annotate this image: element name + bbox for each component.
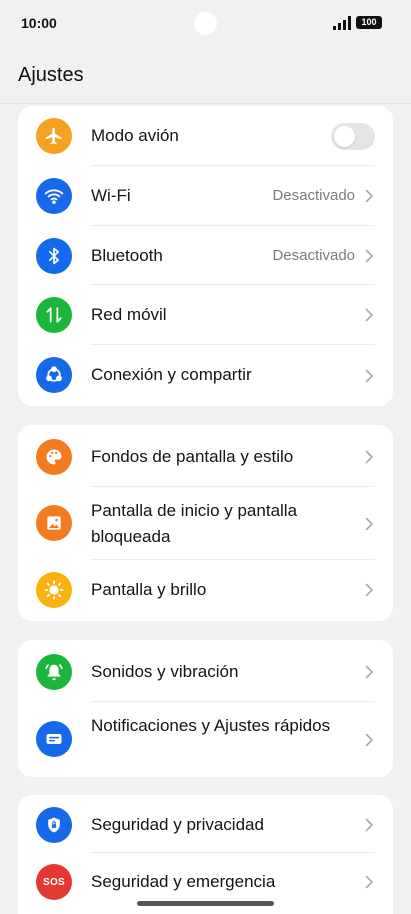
settings-row-label: Pantalla de inicio y pantalla bloqueada [91, 501, 298, 546]
home-lock-screen-icon [36, 505, 72, 541]
settings-row-label: Conexión y compartir [91, 365, 252, 384]
chevron-right-icon [365, 665, 374, 679]
chevron-right-icon [365, 733, 374, 747]
sound-notifications-card: Sonidos y vibración Notificaciones y Aju… [18, 640, 393, 777]
settings-row-sounds-vibration[interactable]: Sonidos y vibración [18, 640, 393, 702]
mobile-data-icon [36, 297, 72, 333]
bluetooth-icon [36, 238, 72, 274]
settings-row-label: Fondos de pantalla y estilo [91, 447, 294, 466]
airplane-mode-toggle[interactable] [331, 123, 375, 150]
chevron-right-icon [365, 875, 374, 889]
bluetooth-status-value: Desactivado [272, 247, 355, 264]
settings-row-home-lock-screen[interactable]: Pantalla de inicio y pantalla bloqueada [18, 487, 393, 560]
signal-icon [333, 16, 351, 30]
wifi-icon [36, 178, 72, 214]
settings-row-bluetooth[interactable]: Bluetooth Desactivado [18, 226, 393, 285]
share-connection-icon [36, 357, 72, 393]
chevron-right-icon [365, 450, 374, 464]
status-time: 10:00 [21, 15, 57, 31]
battery-icon: 100 [356, 16, 382, 29]
bell-icon [36, 654, 72, 690]
settings-row-airplane-mode[interactable]: Modo avión [18, 106, 393, 166]
status-bar: 10:00 100 [0, 0, 411, 46]
settings-row-mobile-network[interactable]: Red móvil [18, 285, 393, 345]
settings-screen: 10:00 100 Ajustes Modo avión Wi-Fi Desac… [0, 0, 411, 914]
wifi-status-value: Desactivado [272, 187, 355, 204]
settings-row-security-privacy[interactable]: Seguridad y privacidad [18, 795, 393, 853]
airplane-icon [36, 118, 72, 154]
chevron-right-icon [365, 517, 374, 531]
battery-level: 100 [361, 17, 377, 27]
sos-icon: SOS [36, 864, 72, 900]
brightness-icon [36, 572, 72, 608]
notifications-icon [36, 721, 72, 757]
settings-row-wallpaper-style[interactable]: Fondos de pantalla y estilo [18, 425, 393, 487]
chevron-right-icon [365, 818, 374, 832]
sos-icon-text: SOS [42, 876, 66, 888]
header-divider [0, 103, 411, 104]
page-title: Ajustes [18, 64, 84, 86]
chevron-right-icon [365, 583, 374, 597]
chevron-right-icon [365, 308, 374, 322]
settings-row-label: Red móvil [91, 305, 167, 324]
settings-row-display-brightness[interactable]: Pantalla y brillo [18, 560, 393, 621]
toggle-knob [334, 126, 355, 147]
security-card: Seguridad y privacidad SOS Seguridad y e… [18, 795, 393, 914]
home-indicator[interactable] [137, 901, 274, 906]
chevron-right-icon [365, 189, 374, 203]
settings-row-notifications-quick-settings[interactable]: Notificaciones y Ajustes rápidos [18, 702, 393, 777]
settings-row-label: Sonidos y vibración [91, 662, 239, 681]
settings-row-label: Seguridad y privacidad [91, 815, 264, 834]
palette-icon [36, 439, 72, 475]
security-icon [36, 807, 72, 843]
settings-row-connection-sharing[interactable]: Conexión y compartir [18, 345, 393, 406]
chevron-right-icon [365, 249, 374, 263]
settings-row-label: Notificaciones y Ajustes rápidos [91, 716, 331, 735]
display-card: Fondos de pantalla y estilo Pantalla de … [18, 425, 393, 621]
settings-row-label: Modo avión [91, 126, 179, 145]
connectivity-card: Modo avión Wi-Fi Desactivado Bluetooth D… [18, 106, 393, 406]
camera-cutout [194, 12, 217, 35]
settings-row-label: Seguridad y emergencia [91, 872, 276, 891]
chevron-right-icon [365, 369, 374, 383]
settings-row-wifi[interactable]: Wi-Fi Desactivado [18, 166, 393, 226]
settings-row-label: Pantalla y brillo [91, 580, 207, 599]
